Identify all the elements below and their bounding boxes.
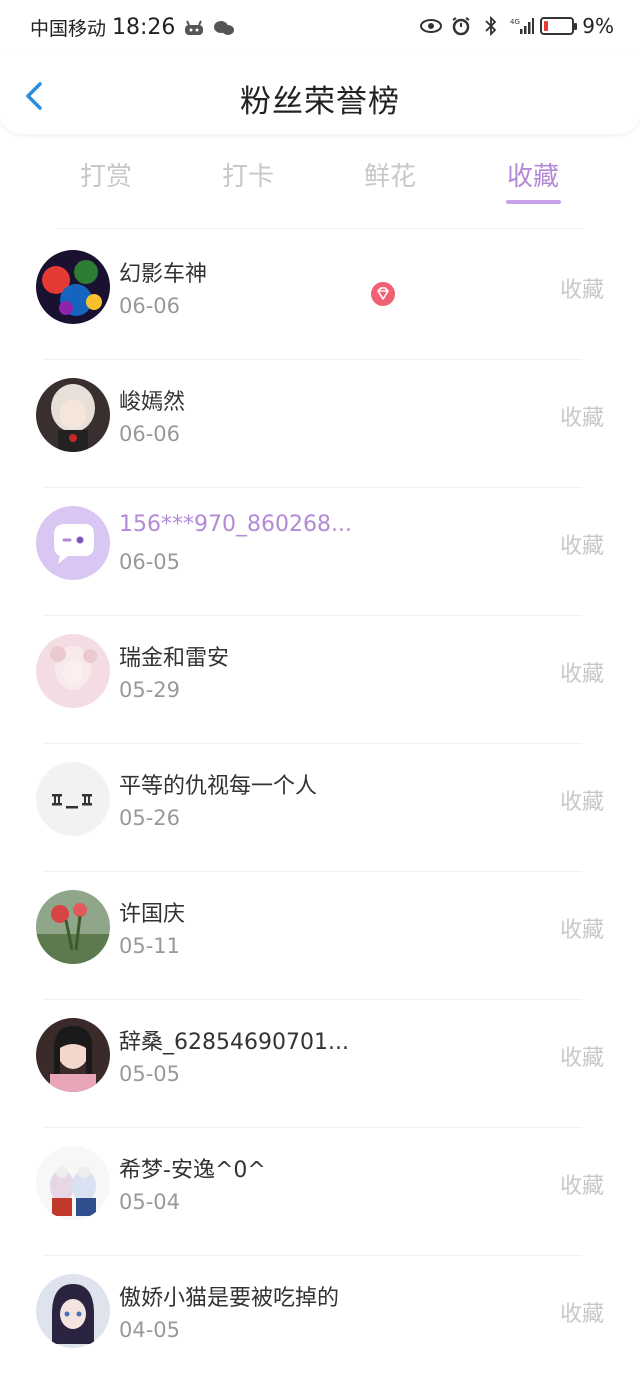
svg-text:4G: 4G (510, 18, 520, 26)
bluetooth-icon (480, 15, 502, 37)
page-title: 粉丝荣誉榜 (240, 84, 400, 120)
avatar[interactable] (36, 1018, 110, 1092)
user-name: 希梦-安逸^0^ (119, 1158, 266, 1183)
date: 04-05 (119, 1318, 181, 1342)
list-item[interactable]: 平等的仇视每一个人 05-26 收藏 (0, 744, 640, 872)
list-item[interactable]: 希梦-安逸^0^ 05-04 收藏 (0, 1128, 640, 1256)
user-name: 许国庆 (119, 902, 186, 927)
status-right: 4G 9% (420, 14, 614, 38)
avatar[interactable] (36, 634, 110, 708)
list-item[interactable]: 许国庆 05-11 收藏 (0, 872, 640, 1000)
clock: 18:26 (112, 15, 176, 40)
date: 05-11 (119, 934, 181, 958)
action-label: 收藏 (559, 918, 604, 943)
date: 05-05 (119, 1062, 181, 1086)
alarm-icon (450, 16, 472, 36)
user-name: 辞桑_62854690701... (119, 1030, 349, 1055)
action-label: 收藏 (559, 1046, 604, 1071)
date: 06-06 (119, 294, 181, 318)
date: 06-05 (119, 550, 181, 574)
avatar[interactable] (36, 890, 110, 964)
list-item[interactable]: 峻嫣然 06-06 收藏 (0, 360, 640, 488)
date: 05-04 (119, 1190, 181, 1214)
action-label: 收藏 (559, 1302, 604, 1327)
vip-diamond-icon (370, 282, 396, 306)
avatar[interactable] (36, 250, 110, 324)
tab-reward[interactable]: 打赏 (80, 156, 132, 193)
active-tab-indicator (506, 200, 561, 204)
action-label: 收藏 (559, 278, 604, 303)
list-item[interactable]: 156***970_860268... 06-05 收藏 (0, 488, 640, 616)
user-name: 幻影车神 (119, 262, 208, 287)
fan-list: 幻影车神 06-06 收藏 峻嫣然 06-06 收藏 156***970_860… (0, 232, 640, 1384)
user-name: 傲娇小猫是要被吃掉的 (119, 1286, 340, 1311)
app-notification-icon (183, 19, 205, 37)
tab-bar: 打赏 打卡 鲜花 收藏 (0, 148, 640, 210)
list-item[interactable]: 傲娇小猫是要被吃掉的 04-05 收藏 (0, 1256, 640, 1384)
action-label: 收藏 (559, 1174, 604, 1199)
action-label: 收藏 (559, 662, 604, 687)
date: 05-26 (119, 806, 181, 830)
action-label: 收藏 (559, 534, 604, 559)
battery-percent: 9% (582, 14, 614, 38)
battery-icon (540, 17, 578, 35)
date: 05-29 (119, 678, 181, 702)
user-name: 峻嫣然 (119, 390, 186, 415)
action-label: 收藏 (559, 790, 604, 815)
list-item[interactable]: 幻影车神 06-06 收藏 (0, 232, 640, 360)
list-item[interactable]: 辞桑_62854690701... 05-05 收藏 (0, 1000, 640, 1128)
avatar[interactable] (36, 1146, 110, 1220)
list-item[interactable]: 瑞金和雷安 05-29 收藏 (0, 616, 640, 744)
status-left: 中国移动 18:26 (30, 14, 235, 41)
user-name: 156***970_860268... (119, 512, 352, 537)
user-name: 平等的仇视每一个人 (119, 774, 318, 799)
tab-checkin[interactable]: 打卡 (222, 156, 274, 193)
date: 06-06 (119, 422, 181, 446)
avatar[interactable] (36, 378, 110, 452)
avatar[interactable] (36, 762, 110, 836)
tab-favorites[interactable]: 收藏 (507, 156, 559, 193)
signal-icon: 4G (510, 16, 535, 36)
eye-icon (420, 16, 443, 36)
avatar[interactable] (36, 506, 110, 580)
status-bar: 中国移动 18:26 4G 9% (0, 0, 640, 54)
tab-flowers[interactable]: 鲜花 (364, 156, 416, 193)
user-name: 瑞金和雷安 (119, 646, 230, 671)
action-label: 收藏 (559, 406, 604, 431)
divider (58, 228, 582, 229)
avatar[interactable] (36, 1274, 110, 1348)
header: 粉丝荣誉榜 (0, 54, 640, 134)
carrier-label: 中国移动 (30, 18, 107, 40)
wechat-icon (213, 19, 235, 37)
